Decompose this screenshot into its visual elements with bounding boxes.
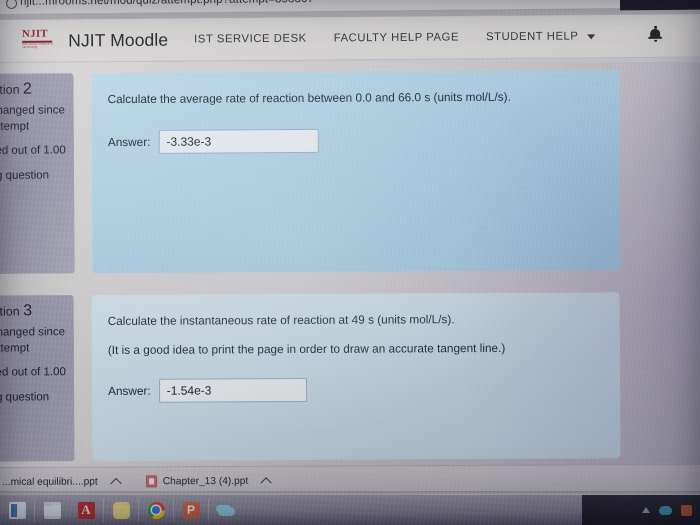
question-marks-2: Marked out of 1.00 xyxy=(0,144,66,157)
question-info-panel-3: Question 3 Not changed since last attemp… xyxy=(0,295,75,462)
question-text-3-line2: (It is a good idea to print the page in … xyxy=(107,340,506,357)
site-favicon xyxy=(6,0,18,9)
powerpoint-icon[interactable] xyxy=(174,497,208,523)
system-tray xyxy=(582,495,700,525)
question-info-panel-2: Question 2 Not changed since last attemp… xyxy=(0,73,75,275)
site-brand-title[interactable]: NJIT Moodle xyxy=(68,29,168,51)
question-number-2: 2 xyxy=(22,80,32,98)
answer-row-2: Answer: xyxy=(108,127,604,154)
question-number-3: 3 xyxy=(23,302,33,320)
chevron-down-icon xyxy=(586,33,595,39)
download-item-2-name: Chapter_13 (4).ppt xyxy=(162,475,249,487)
question-title-3: Question 3 xyxy=(0,302,68,320)
flag-question-button-3[interactable]: Flag question xyxy=(0,389,68,406)
question-status-2: Not changed since last attempt xyxy=(0,104,65,133)
app-yellow-icon[interactable] xyxy=(104,497,138,523)
monitor-bezel xyxy=(619,0,700,11)
question-status-3: Not changed since last attempt xyxy=(0,326,66,355)
moodle-navbar: NJIT New Jersey Institute of Technology … xyxy=(0,14,700,63)
question-block-3: Question 3 Not changed since last attemp… xyxy=(0,292,632,462)
question-marks-3: Marked out of 1.00 xyxy=(0,366,66,379)
flag-question-button-2[interactable]: Flag question xyxy=(0,167,68,184)
url-text: njit...mrooms.net/mod/quiz/attempt.php?a… xyxy=(19,0,315,8)
njit-logo-text: NJIT xyxy=(22,28,49,40)
notification-bell-icon[interactable] xyxy=(648,25,663,42)
answer-label-3: Answer: xyxy=(108,383,151,398)
question-block-2: Question 2 Not changed since last attemp… xyxy=(0,70,633,275)
nav-link-ist-service-desk-label: IST SERVICE DESK xyxy=(194,32,307,46)
question-content-2: Calculate the average rate of reaction b… xyxy=(91,70,621,274)
nav-link-student-help[interactable]: STUDENT HELP xyxy=(486,30,595,43)
bell-clapper xyxy=(653,39,657,42)
google-chrome-icon[interactable] xyxy=(139,497,173,523)
answer-input-2[interactable] xyxy=(158,128,319,154)
powerpoint-file-icon xyxy=(145,475,157,488)
navbar-links: IST SERVICE DESK FACULTY HELP PAGE STUDE… xyxy=(194,30,595,45)
bell-lip xyxy=(648,36,663,39)
answer-input-3[interactable] xyxy=(158,377,307,403)
question-content-3: Calculate the instantaneous rate of reac… xyxy=(91,292,621,462)
show-hidden-icons-icon[interactable] xyxy=(642,507,650,513)
nav-link-ist-service-desk[interactable]: IST SERVICE DESK xyxy=(194,33,307,46)
download-item-1-menu-chevron-icon[interactable] xyxy=(110,477,122,489)
njit-logo[interactable]: NJIT New Jersey Institute of Technology xyxy=(22,28,60,52)
onedrive-icon[interactable] xyxy=(209,497,243,523)
file-explorer-icon[interactable] xyxy=(35,497,69,523)
app-tray-icon[interactable] xyxy=(681,504,692,516)
flag-question-label-3: Flag question xyxy=(0,391,50,404)
question-text-3-line1: Calculate the instantaneous rate of reac… xyxy=(107,312,455,328)
question-text-2: Calculate the average rate of reaction b… xyxy=(107,89,511,107)
nav-link-faculty-help-page[interactable]: FACULTY HELP PAGE xyxy=(334,31,459,44)
answer-row-3: Answer: xyxy=(108,376,604,403)
start-icon[interactable] xyxy=(0,497,34,523)
nav-link-student-help-label: STUDENT HELP xyxy=(485,30,579,44)
njit-logo-subtext: New Jersey Institute of Technology xyxy=(22,42,54,49)
nav-link-faculty-help-page-label: FACULTY HELP PAGE xyxy=(333,31,460,45)
screen-photo: njit...mrooms.net/mod/quiz/attempt.php?a… xyxy=(0,0,700,525)
question-title-word-2: Question xyxy=(0,82,20,97)
download-item-1[interactable]: ...mical equilibri....ppt xyxy=(2,476,122,489)
download-item-1-name: ...mical equilibri....ppt xyxy=(2,476,98,488)
download-item-2-menu-chevron-icon[interactable] xyxy=(260,476,272,488)
onedrive-tray-icon[interactable] xyxy=(659,505,672,515)
adobe-acrobat-icon[interactable] xyxy=(69,497,103,523)
question-title-2: Question 2 xyxy=(0,81,68,98)
question-title-word-3: Question xyxy=(0,304,20,319)
flag-question-label-2: Flag question xyxy=(0,169,50,182)
download-item-2[interactable]: Chapter_13 (4).ppt xyxy=(145,475,272,488)
quiz-attempt-page: Question 2 Not changed since last attemp… xyxy=(0,62,700,467)
answer-label-2: Answer: xyxy=(107,134,151,150)
